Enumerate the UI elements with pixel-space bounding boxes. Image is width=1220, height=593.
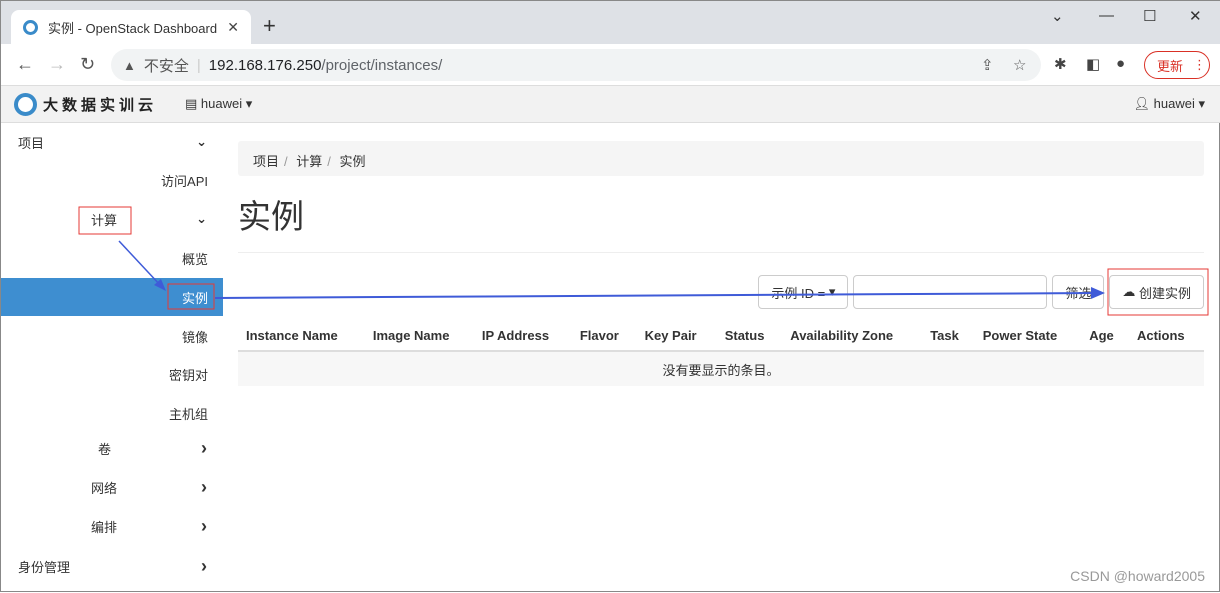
sidebar-item-server-groups[interactable]: 主机组 [1,394,223,432]
col-flavor[interactable]: Flavor [571,321,637,352]
address-bar-row: ← → ↻ ▲ 不安全 | 192.168.176.250/project/ins… [1,44,1220,86]
sidebar-item-compute[interactable]: 计算 ⌄ [1,200,223,238]
profile-icon[interactable]: ● [1116,55,1125,72]
col-key-pair[interactable]: Key Pair [636,321,717,352]
col-instance-name[interactable]: Instance Name [238,321,365,352]
minimize-icon[interactable]: — [1099,7,1114,24]
breadcrumb-compute[interactable]: 计算 [296,154,322,169]
table-toolbar: 示例 ID = ▾ 筛选 ☁ 创建实例 [758,275,1204,309]
create-instance-button[interactable]: ☁ 创建实例 [1109,275,1204,309]
sidepanel-icon[interactable]: ◧ [1086,55,1100,73]
col-image-name[interactable]: Image Name [364,321,474,352]
close-tab-icon[interactable]: ✕ [227,19,239,36]
filter-input[interactable] [853,275,1048,309]
sidebar-item-identity[interactable]: 身份管理 › [1,547,223,585]
browser-tab[interactable]: 实例 - OpenStack Dashboard ✕ [11,10,251,44]
sidebar-item-network[interactable]: 网络 › [1,468,223,506]
sidebar: 项目 ⌄ 访问API 计算 ⌄ 概览 实例 镜像 密钥对 主机组 卷 › 网络 › 编排… [1,123,223,593]
reload-icon[interactable]: ↻ [80,54,95,75]
project-selector[interactable]: ▤ huawei ▾ [185,96,252,112]
forward-icon[interactable]: → [48,54,66,75]
url-path: /project/instances/ [321,56,443,74]
sidebar-item-orchestration[interactable]: 编排 › [1,507,223,545]
share-icon[interactable]: ⇪ [981,56,994,74]
sidebar-item-instances[interactable]: 实例 [1,278,223,316]
user-menu[interactable]: 👤︎ huawei ▾ [1134,96,1205,112]
sidebar-item-volumes[interactable]: 卷 › [1,429,223,467]
filter-field-select[interactable]: 示例 ID = ▾ [758,275,849,309]
tab-title: 实例 - OpenStack Dashboard [48,20,218,36]
new-tab-icon[interactable]: + [263,13,276,39]
col-status[interactable]: Status [716,321,783,352]
page-title: 实例 [238,190,1204,253]
watermark: CSDN @howard2005 [1070,568,1205,584]
sidebar-item-keypairs[interactable]: 密钥对 [1,355,223,393]
star-icon[interactable]: ☆ [1013,56,1026,74]
col-power-state[interactable]: Power State [974,321,1082,352]
cloud-upload-icon: ☁ [1122,284,1139,299]
breadcrumb-instances: 实例 [339,154,366,169]
col-availability-zone[interactable]: Availability Zone [782,321,923,352]
browser-tab-bar: 实例 - OpenStack Dashboard ✕ + ⌄ — ☐ ✕ [1,1,1220,44]
insecure-label: 不安全 [143,57,189,75]
warning-icon: ▲ [123,57,136,73]
sidebar-item-api[interactable]: 访问API [1,161,223,199]
app-header: 大数据实训云 ▤ huawei ▾ 👤︎ huawei ▾ [1,86,1220,123]
sidebar-item-overview[interactable]: 概览 [1,239,223,277]
favicon-icon [23,19,38,35]
sidebar-item-project[interactable]: 项目 ⌄ [1,123,223,161]
close-window-icon[interactable]: ✕ [1189,7,1202,25]
empty-message: 没有要显示的条目。 [238,351,1204,386]
back-icon[interactable]: ← [16,54,34,75]
sidebar-item-images[interactable]: 镜像 [1,317,223,355]
col-ip-address[interactable]: IP Address [473,321,572,352]
breadcrumb: 项目 / 计算 / 实例 [238,141,1204,176]
col-task[interactable]: Task [922,321,975,352]
main-content: 项目 / 计算 / 实例 实例 示例 ID = ▾ 筛选 ☁ 创建实例 Instan… [238,141,1204,386]
filter-button[interactable]: 筛选 [1052,275,1105,309]
logo[interactable]: 大数据实训云 [14,93,157,116]
col-age[interactable]: Age [1081,321,1129,352]
col-actions: Actions [1128,321,1204,352]
breadcrumb-project[interactable]: 项目 [253,154,279,169]
chevron-down-icon[interactable]: ⌄ [1051,7,1064,25]
url-input[interactable]: ▲ 不安全 | 192.168.176.250/project/instances… [111,49,1041,81]
extensions-icon[interactable]: ✱ [1054,55,1067,73]
url-host: 192.168.176.250 [208,56,322,74]
update-button[interactable]: 更新 ⋮ [1144,51,1210,79]
logo-icon [14,93,37,116]
instances-table: Instance Name Image Name IP Address Flav… [238,321,1204,386]
maximize-icon[interactable]: ☐ [1143,7,1156,25]
